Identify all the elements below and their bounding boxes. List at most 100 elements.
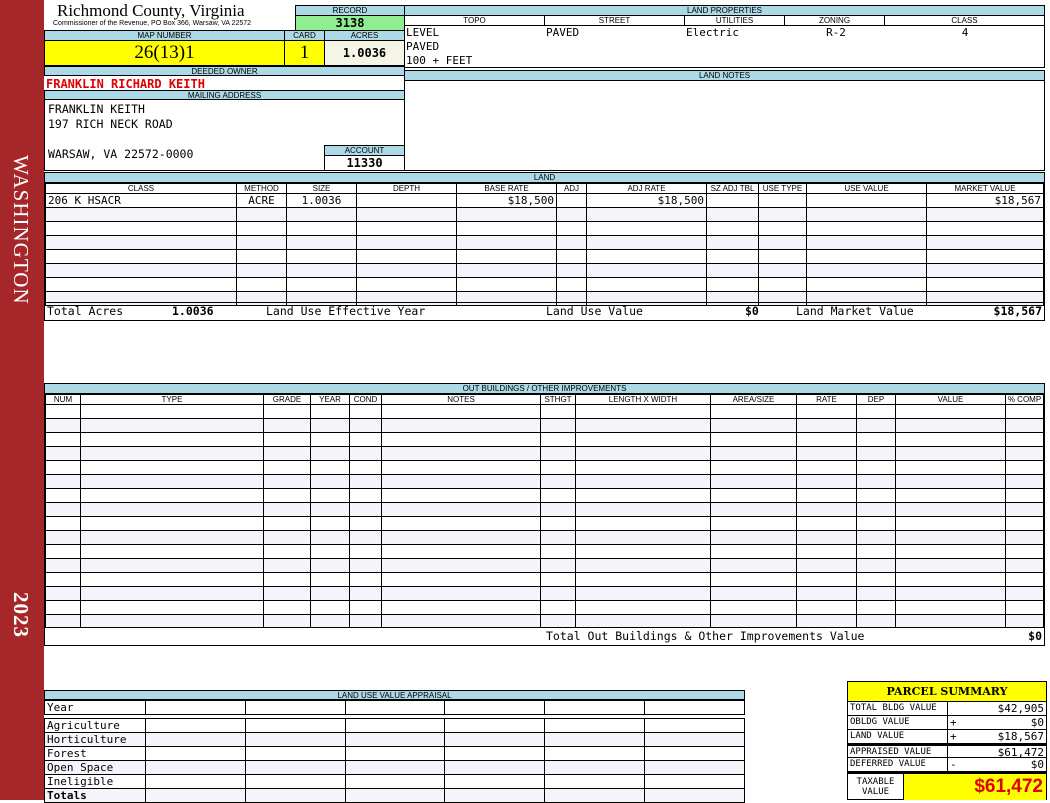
land-use-cell: [145, 732, 246, 747]
land-use-cell: [444, 732, 546, 747]
outbuilding-cell: [856, 516, 896, 531]
outbuilding-cell: [710, 488, 797, 503]
land-use-row-label: Horticulture: [44, 732, 146, 747]
land-cell: [356, 235, 457, 250]
land-cell: 206 K HSACR: [45, 193, 237, 208]
outbuilding-cell: [856, 432, 896, 447]
outbuilding-cell: [45, 572, 81, 587]
card-value: 1: [284, 40, 325, 66]
land-cell: ACRE: [236, 193, 287, 208]
outbuilding-cell: [856, 558, 896, 573]
outbuilding-cell: [45, 488, 81, 503]
outbuilding-cell: [856, 530, 896, 545]
land-use-cell: [444, 774, 546, 789]
outbuilding-cell: [381, 460, 541, 475]
land-use-row-label: Ineligible: [44, 774, 146, 789]
outbuilding-cell: [263, 572, 311, 587]
outbuilding-cell: [45, 530, 81, 545]
outbuilding-cell: [895, 488, 1006, 503]
summary-row: DEFERRED VALUE - $0: [848, 758, 1046, 772]
outbuilding-cell: [575, 404, 711, 419]
land-use-cell: [644, 788, 745, 803]
outbuilding-cell: [575, 530, 711, 545]
land-use-cell: [344, 760, 446, 775]
summary-value: $61,472: [997, 746, 1044, 759]
land-col-header: BASE RATE: [456, 183, 557, 194]
land-cell: [356, 277, 457, 292]
land-cell: [806, 277, 927, 292]
table-row: [45, 586, 1044, 601]
land-cell: $18,500: [456, 193, 557, 208]
land-cell: [706, 263, 759, 278]
outbuilding-cell: [349, 558, 382, 573]
year-cell: [344, 700, 446, 715]
outbuilding-cell: [310, 474, 350, 489]
outbuilding-cell: [80, 530, 264, 545]
outbuilding-cell: [310, 586, 350, 601]
outbuilding-cell: [381, 404, 541, 419]
year-cell: [145, 700, 246, 715]
summary-row: TOTAL BLDG VALUE $42,905: [848, 702, 1046, 716]
outbuilding-cell: [710, 404, 797, 419]
topo-value: PAVED: [406, 40, 440, 53]
land-cell: [706, 277, 759, 292]
land-cell: [356, 249, 457, 264]
land-use-table: Agriculture Horticulture Forest Open Space I…: [44, 718, 745, 803]
table-row: [45, 404, 1044, 419]
table-row: [45, 516, 1044, 531]
outbuilding-cell: [540, 418, 576, 433]
outbuilding-cell: [540, 572, 576, 587]
year-label: Year: [44, 700, 146, 715]
land-cell: [286, 263, 357, 278]
year-cell: [244, 700, 346, 715]
outbuilding-cell: [895, 446, 1006, 461]
outbuilding-cell: [80, 418, 264, 433]
outbuilding-cell: [310, 432, 350, 447]
outbuilding-cell: [895, 544, 1006, 559]
land-use-cell: [244, 760, 346, 775]
outbuilding-cell: [310, 418, 350, 433]
summary-sign: [948, 746, 962, 757]
outbuildings-total-value: $0: [1028, 629, 1042, 643]
land-cell: [356, 263, 457, 278]
land-use-cell: [145, 718, 246, 733]
land-use-cell: [145, 760, 246, 775]
land-col-header: SZ ADJ TBL: [706, 183, 759, 194]
outbuilding-cell: [381, 516, 541, 531]
land-cell: [45, 221, 237, 236]
summary-sign: -: [950, 758, 957, 771]
outbuilding-cell: [310, 558, 350, 573]
outbuilding-cell: [1005, 544, 1044, 559]
land-use-row-label: Agriculture: [44, 718, 146, 733]
outbuilding-cell: [310, 502, 350, 517]
taxable-value-label: TAXABLE VALUE: [848, 774, 904, 800]
land-totals: Total Acres 1.0036 Land Use Effective Ye…: [45, 302, 1044, 320]
table-row: [45, 558, 1044, 573]
outbuilding-cell: [45, 460, 81, 475]
outbuilding-cell: [349, 432, 382, 447]
outbuilding-cell: [263, 460, 311, 475]
outbuilding-cell: [540, 474, 576, 489]
land-cell: [926, 249, 1044, 264]
land-use-cell: [644, 732, 745, 747]
land-cell: [456, 235, 557, 250]
table-row: Agriculture: [44, 718, 745, 733]
land-cell: [236, 263, 287, 278]
land-cell: [586, 277, 707, 292]
outbuilding-cell: [80, 460, 264, 475]
table-row: [45, 530, 1044, 545]
land-cell: [926, 263, 1044, 278]
outbuilding-cell: [1005, 418, 1044, 433]
outbuilding-cell: [1005, 488, 1044, 503]
land-col-header: USE VALUE: [806, 183, 927, 194]
outbuilding-cell: [349, 404, 382, 419]
land-cell: [45, 263, 237, 278]
land-use-cell: [344, 718, 446, 733]
outbuilding-cell: [796, 446, 857, 461]
total-acres-label: Total Acres: [47, 304, 124, 318]
summary-value: $18,567: [997, 730, 1044, 743]
outbuilding-cell: [263, 474, 311, 489]
outbuildings-section: OUT BUILDINGS / OTHER IMPROVEMENTS NUM TY…: [44, 383, 1045, 646]
land-cell: [586, 207, 707, 222]
outbuilding-col-header: STHGT: [540, 394, 576, 405]
